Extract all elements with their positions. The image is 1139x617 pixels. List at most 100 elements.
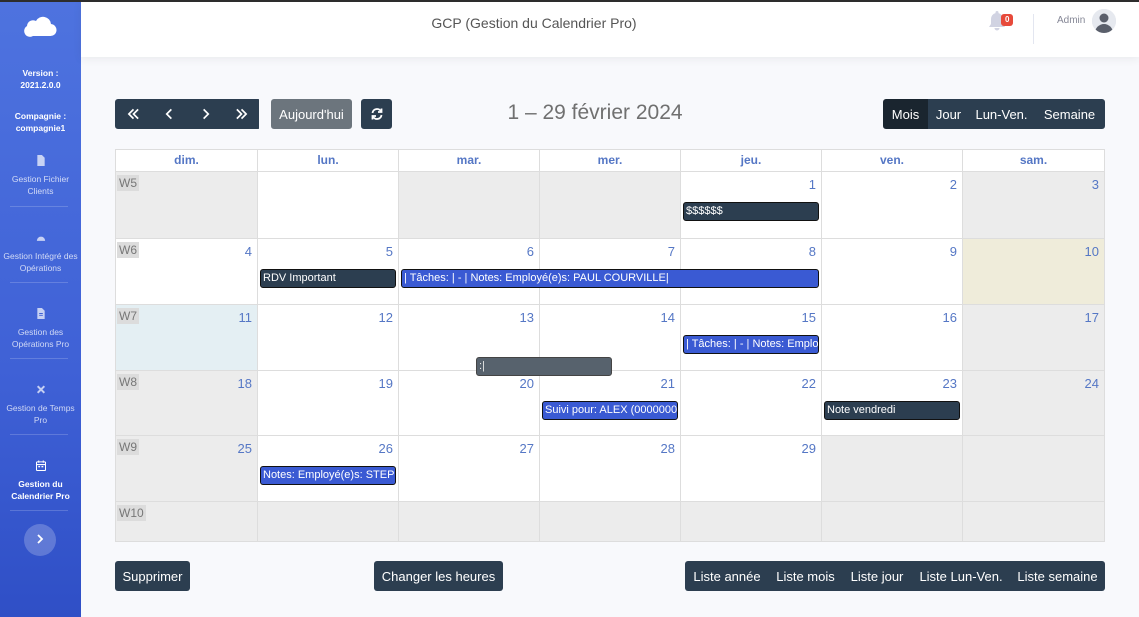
day-number[interactable]: 17	[1085, 310, 1099, 325]
day-cell[interactable]	[539, 502, 680, 541]
calendar-event[interactable]: Note vendredi	[824, 401, 960, 420]
day-number[interactable]: 25	[238, 441, 252, 456]
week-number-label[interactable]: W10	[117, 505, 146, 521]
week-number-label[interactable]: W7	[117, 308, 139, 324]
calendar-event[interactable]: RDV Important	[260, 269, 396, 288]
day-cell[interactable]	[962, 436, 1104, 501]
day-number[interactable]: 1	[809, 177, 816, 192]
day-cell[interactable]	[398, 502, 539, 541]
day-number[interactable]: 22	[802, 376, 816, 391]
day-number[interactable]: 11	[239, 310, 253, 325]
prev-year-button[interactable]	[115, 99, 151, 129]
day-number[interactable]: 15	[802, 310, 816, 325]
day-cell[interactable]: 16	[821, 305, 962, 370]
next-year-button[interactable]	[223, 99, 259, 129]
day-number[interactable]: 6	[527, 244, 534, 259]
day-number[interactable]: 13	[520, 310, 534, 325]
sidebar-item-operations-integrees[interactable]: Gestion Intégré des Opérations	[0, 232, 81, 274]
day-cell[interactable]: 27	[398, 436, 539, 501]
prev-month-button[interactable]	[151, 99, 187, 129]
list-year-button[interactable]: Liste année	[685, 561, 769, 591]
day-cell[interactable]: 3	[962, 172, 1104, 238]
dragging-event[interactable]: :|	[476, 357, 612, 376]
day-cell[interactable]: 12	[257, 305, 398, 370]
refresh-button[interactable]	[361, 99, 392, 129]
chevron-right-icon	[35, 531, 45, 549]
day-number[interactable]: 28	[661, 441, 675, 456]
day-number[interactable]: 12	[379, 310, 393, 325]
day-cell[interactable]: 24	[962, 371, 1104, 435]
day-cell[interactable]	[257, 502, 398, 541]
day-cell[interactable]	[257, 172, 398, 238]
brand-logo[interactable]	[0, 12, 81, 46]
sidebar-toggle-button[interactable]	[24, 524, 56, 556]
day-number[interactable]: 9	[950, 244, 957, 259]
calendar-event[interactable]: $$$$$$	[683, 202, 819, 221]
calendar-event[interactable]: | Tâches: | - | Notes: Employ	[683, 335, 819, 354]
day-number[interactable]: 21	[661, 376, 675, 391]
day-cell[interactable]: 29	[680, 436, 821, 501]
day-cell[interactable]: 20	[398, 371, 539, 435]
day-number[interactable]: 20	[520, 376, 534, 391]
avatar[interactable]	[1092, 9, 1116, 33]
day-number[interactable]: 10	[1085, 244, 1099, 259]
day-cell[interactable]: 2	[821, 172, 962, 238]
calendar-event[interactable]: Notes: Employé(e)s: STEPH	[260, 466, 396, 485]
sidebar-item-temps-pro[interactable]: Gestion de Temps Pro	[0, 384, 81, 426]
sidebar-divider	[10, 434, 68, 435]
day-of-week-header: mar.	[398, 150, 539, 171]
view-weekdays-button[interactable]: Lun-Ven.	[969, 99, 1034, 129]
day-cell[interactable]: 10	[962, 239, 1104, 304]
day-cell[interactable]	[539, 172, 680, 238]
change-hours-button[interactable]: Changer les heures	[374, 561, 503, 591]
day-number[interactable]: 29	[802, 441, 816, 456]
cloud-icon	[23, 12, 58, 46]
next-month-button[interactable]	[187, 99, 223, 129]
day-cell[interactable]: 22	[680, 371, 821, 435]
day-number[interactable]: 4	[245, 244, 252, 259]
day-number[interactable]: 7	[668, 244, 675, 259]
calendar-event[interactable]: | Tâches: | - | Notes: Employé(e)s: PAUL…	[401, 269, 819, 288]
day-cell[interactable]	[962, 502, 1104, 541]
day-cell[interactable]: 28	[539, 436, 680, 501]
sidebar-item-clients[interactable]: Gestion Fichier Clients	[0, 155, 81, 197]
day-cell[interactable]	[680, 502, 821, 541]
calendar-event[interactable]: Suivi pour: ALEX (00000000	[542, 401, 678, 420]
view-day-button[interactable]: Jour	[928, 99, 969, 129]
day-number[interactable]: 23	[943, 376, 957, 391]
day-number[interactable]: 3	[1092, 177, 1099, 192]
user-name[interactable]: Admin	[1057, 15, 1085, 26]
day-cell[interactable]	[821, 436, 962, 501]
day-number[interactable]: 19	[379, 376, 393, 391]
today-button[interactable]: Aujourd'hui	[271, 99, 352, 129]
week-number-label[interactable]: W8	[117, 374, 139, 390]
day-number[interactable]: 18	[238, 376, 252, 391]
sidebar-item-calendrier-pro[interactable]: Gestion du Calendrier Pro	[0, 460, 81, 502]
week-number-label[interactable]: W9	[117, 439, 139, 455]
sidebar-item-operations-pro[interactable]: Gestion des Opérations Pro	[0, 308, 81, 350]
view-week-button[interactable]: Semaine	[1034, 99, 1105, 129]
day-cell[interactable]	[398, 172, 539, 238]
day-cell[interactable]: 19	[257, 371, 398, 435]
day-number[interactable]: 16	[943, 310, 957, 325]
day-cell[interactable]: 17	[962, 305, 1104, 370]
day-cell[interactable]	[821, 502, 962, 541]
notifications-button[interactable]: 0	[987, 10, 1014, 36]
day-number[interactable]: 8	[809, 244, 816, 259]
week-number-label[interactable]: W5	[117, 175, 139, 191]
list-weekdays-button[interactable]: Liste Lun-Ven.	[912, 561, 1010, 591]
day-number[interactable]: 27	[520, 441, 534, 456]
day-number[interactable]: 24	[1085, 376, 1099, 391]
day-number[interactable]: 14	[661, 310, 675, 325]
day-number[interactable]: 5	[386, 244, 393, 259]
day-number[interactable]: 2	[950, 177, 957, 192]
delete-button[interactable]: Supprimer	[115, 561, 190, 591]
week-number-label[interactable]: W6	[117, 242, 139, 258]
view-month-button[interactable]: Mois	[883, 99, 928, 129]
day-cell[interactable]: 9	[821, 239, 962, 304]
list-month-button[interactable]: Liste mois	[769, 561, 842, 591]
list-day-button[interactable]: Liste jour	[842, 561, 912, 591]
list-week-button[interactable]: Liste semaine	[1010, 561, 1105, 591]
change-hours-group: Changer les heures	[374, 561, 503, 591]
day-number[interactable]: 26	[379, 441, 393, 456]
